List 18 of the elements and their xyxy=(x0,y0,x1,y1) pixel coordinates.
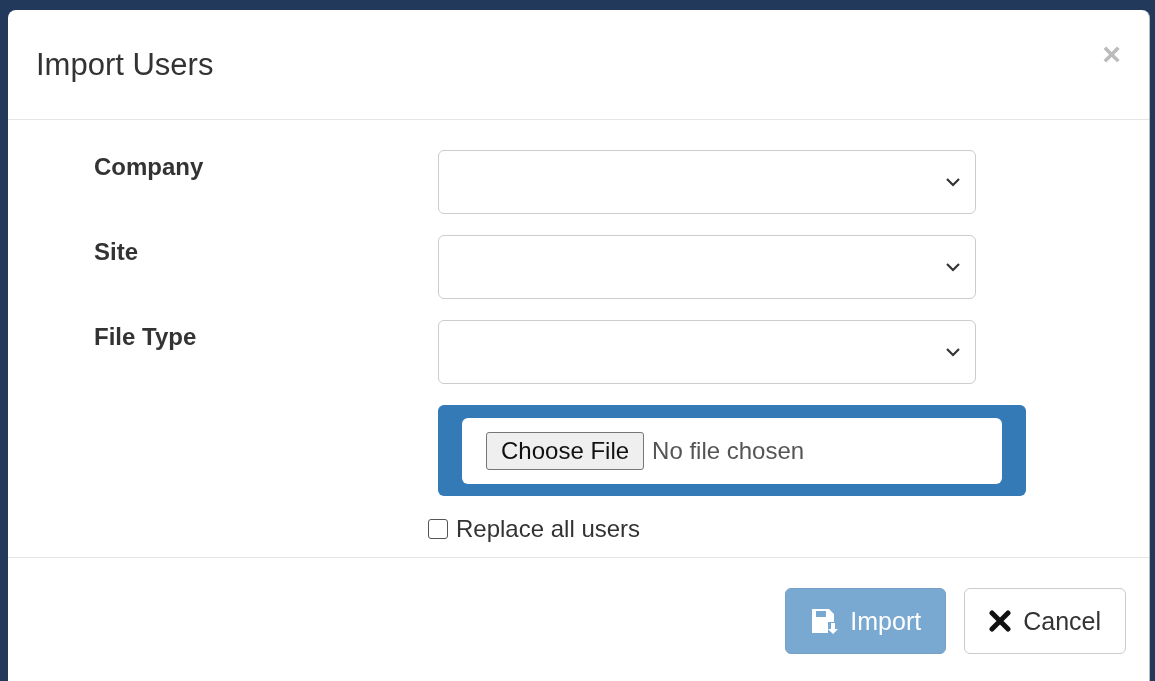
save-icon xyxy=(810,607,839,635)
dialog-title: Import Users xyxy=(36,46,214,83)
choose-file-button[interactable]: Choose File xyxy=(486,431,645,470)
chevron-down-icon xyxy=(945,177,961,187)
field-label: Site xyxy=(94,237,139,266)
field-label: Company xyxy=(94,152,205,181)
select-field[interactable] xyxy=(438,320,976,384)
chevron-down-icon xyxy=(945,347,961,357)
file-input-field[interactable]: Choose File No file chosen xyxy=(438,405,1026,496)
file-status: No file chosen xyxy=(652,436,805,465)
checkbox-label: Replace all users xyxy=(456,515,641,543)
select-field[interactable] xyxy=(438,150,976,214)
chevron-down-icon xyxy=(945,262,961,272)
cancel-button[interactable]: Cancel xyxy=(964,588,1126,654)
select-field[interactable] xyxy=(438,235,976,299)
field-label: File Type xyxy=(94,322,198,351)
checkbox[interactable] xyxy=(428,519,448,539)
close-icon xyxy=(989,610,1012,632)
